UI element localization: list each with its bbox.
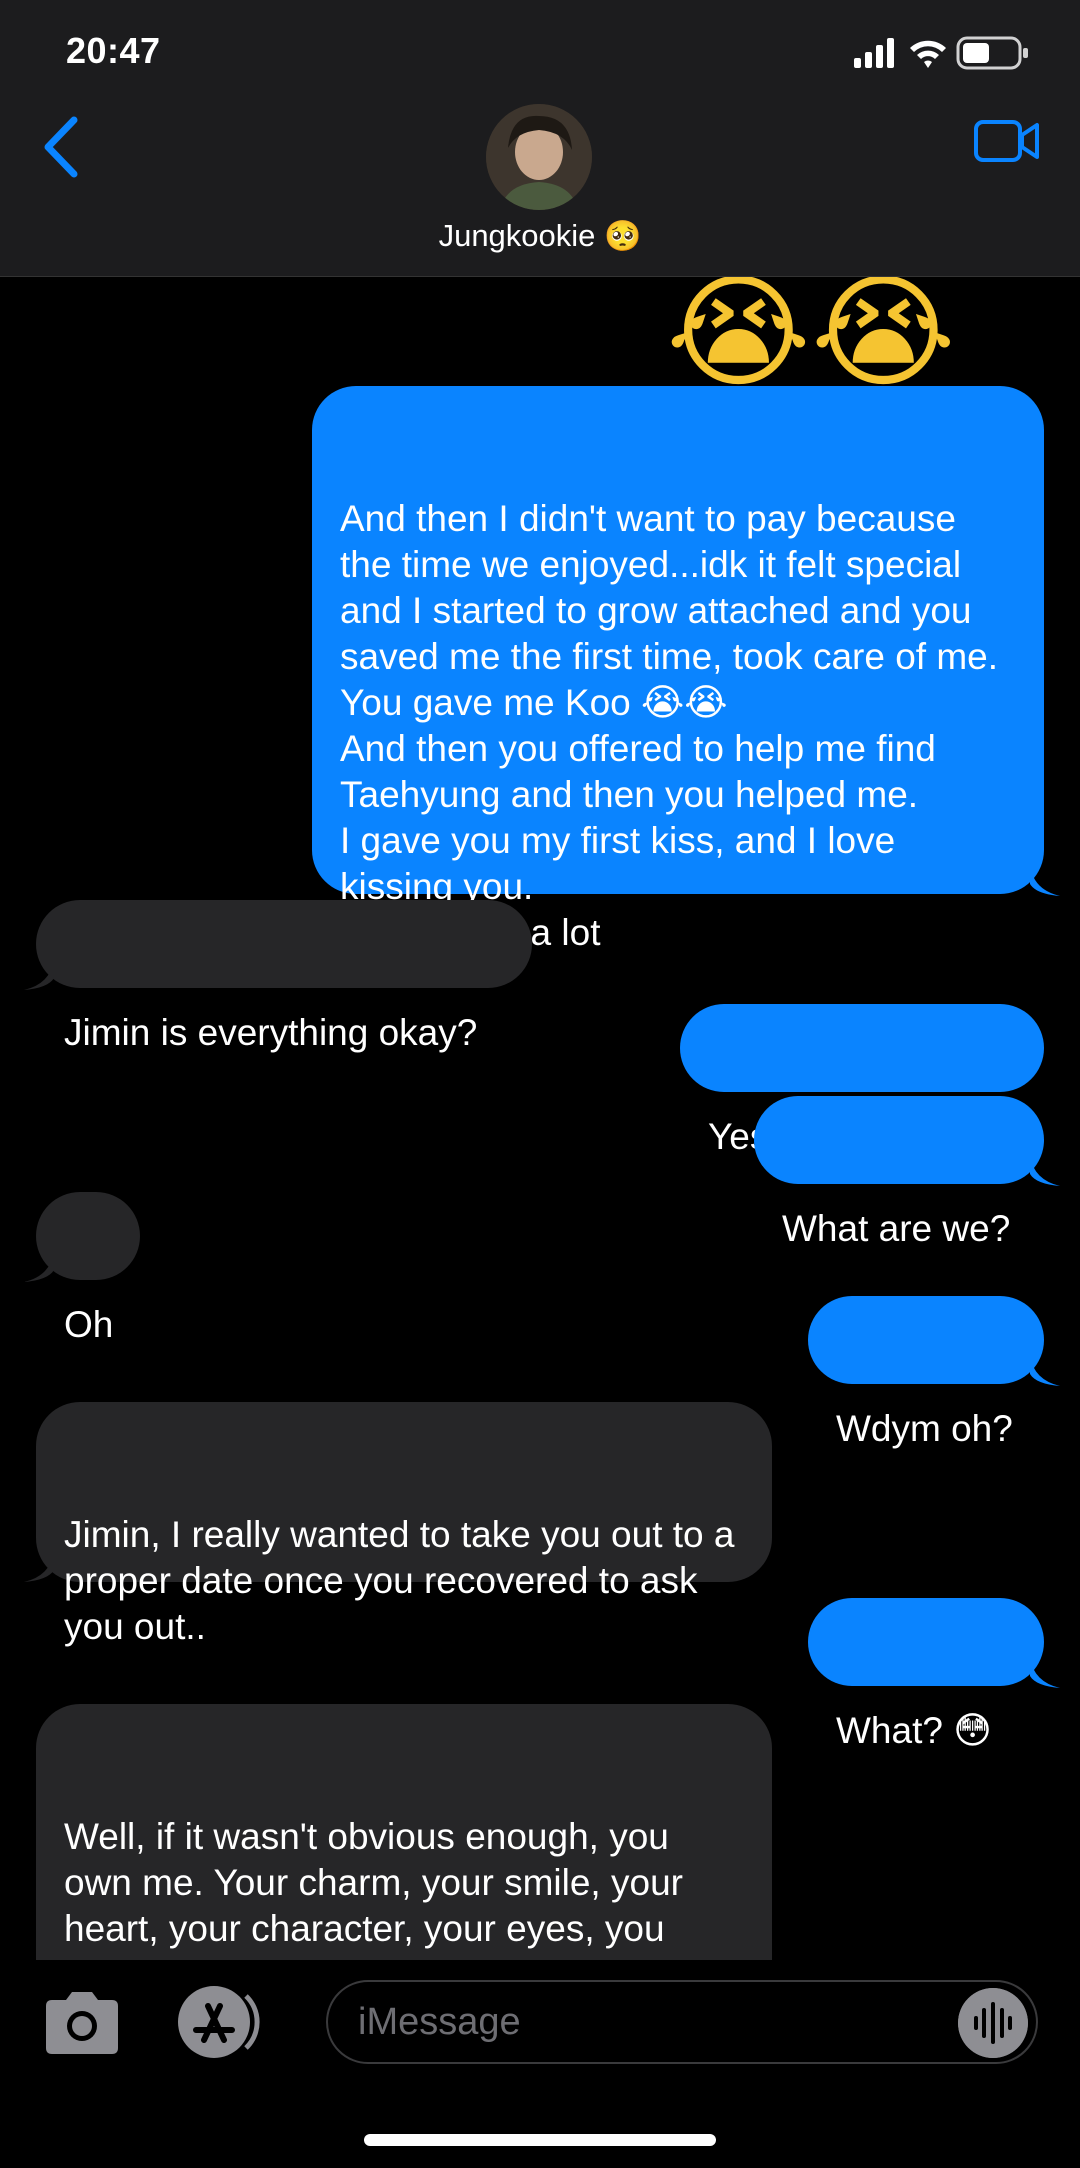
received-message[interactable]: Well, if it wasn't obvious enough, you o… (36, 1704, 772, 1960)
status-icons (854, 36, 1028, 70)
camera-icon[interactable] (40, 1990, 124, 2056)
message-text: What are we? (782, 1208, 1011, 1249)
bubble-tail (24, 1252, 54, 1282)
message-text: Jimin, I really wanted to take you out t… (64, 1514, 745, 1647)
message-text: And then I didn't want to pay because th… (340, 498, 999, 953)
back-chevron-icon[interactable] (38, 112, 88, 182)
bubble-tail (24, 1552, 54, 1582)
sent-message[interactable]: Yes yes 😭 just... (680, 1004, 1044, 1157)
received-message[interactable]: Jimin is everything okay? (36, 900, 532, 1053)
app-store-icon[interactable] (176, 1984, 272, 2060)
wifi-icon (910, 40, 946, 68)
bubble-tail (1030, 1356, 1060, 1386)
contact-avatar[interactable] (486, 104, 592, 210)
battery-icon (956, 36, 1028, 70)
status-time: 20:47 (66, 30, 161, 71)
message-text: What? 😳 (836, 1710, 992, 1751)
contact-name[interactable]: Jungkookie 🥺 (0, 218, 1080, 254)
sent-message[interactable]: And then I didn't want to pay because th… (312, 386, 1044, 953)
sent-message[interactable]: What? 😳 (808, 1598, 1044, 1751)
message-input[interactable] (326, 1980, 1038, 2064)
sent-message[interactable]: Wdym oh? (808, 1296, 1044, 1449)
audio-waveform-icon[interactable] (958, 1988, 1028, 2058)
message-text: Oh (64, 1304, 114, 1345)
bubble-tail (1030, 1156, 1060, 1186)
home-indicator[interactable] (364, 2134, 716, 2146)
message-text: Jimin is everything okay? (64, 1012, 478, 1053)
message-thread[interactable]: 😭😭😭 And then I didn't want to pay becaus… (0, 276, 1080, 1960)
message-text: Well, if it wasn't obvious enough, you o… (64, 1816, 683, 1960)
bubble-tail (1030, 866, 1060, 896)
signal-icon (854, 38, 894, 68)
message-text: Wdym oh? (836, 1408, 1013, 1449)
bubble-tail (24, 960, 54, 990)
video-call-icon[interactable] (974, 118, 1040, 164)
sent-message[interactable]: What are we? (754, 1096, 1044, 1249)
bubble-tail (1030, 1658, 1060, 1688)
conversation-header: 20:47 Jungkookie 🥺 (0, 0, 1080, 277)
received-message[interactable]: Jimin, I really wanted to take you out t… (36, 1402, 772, 1647)
